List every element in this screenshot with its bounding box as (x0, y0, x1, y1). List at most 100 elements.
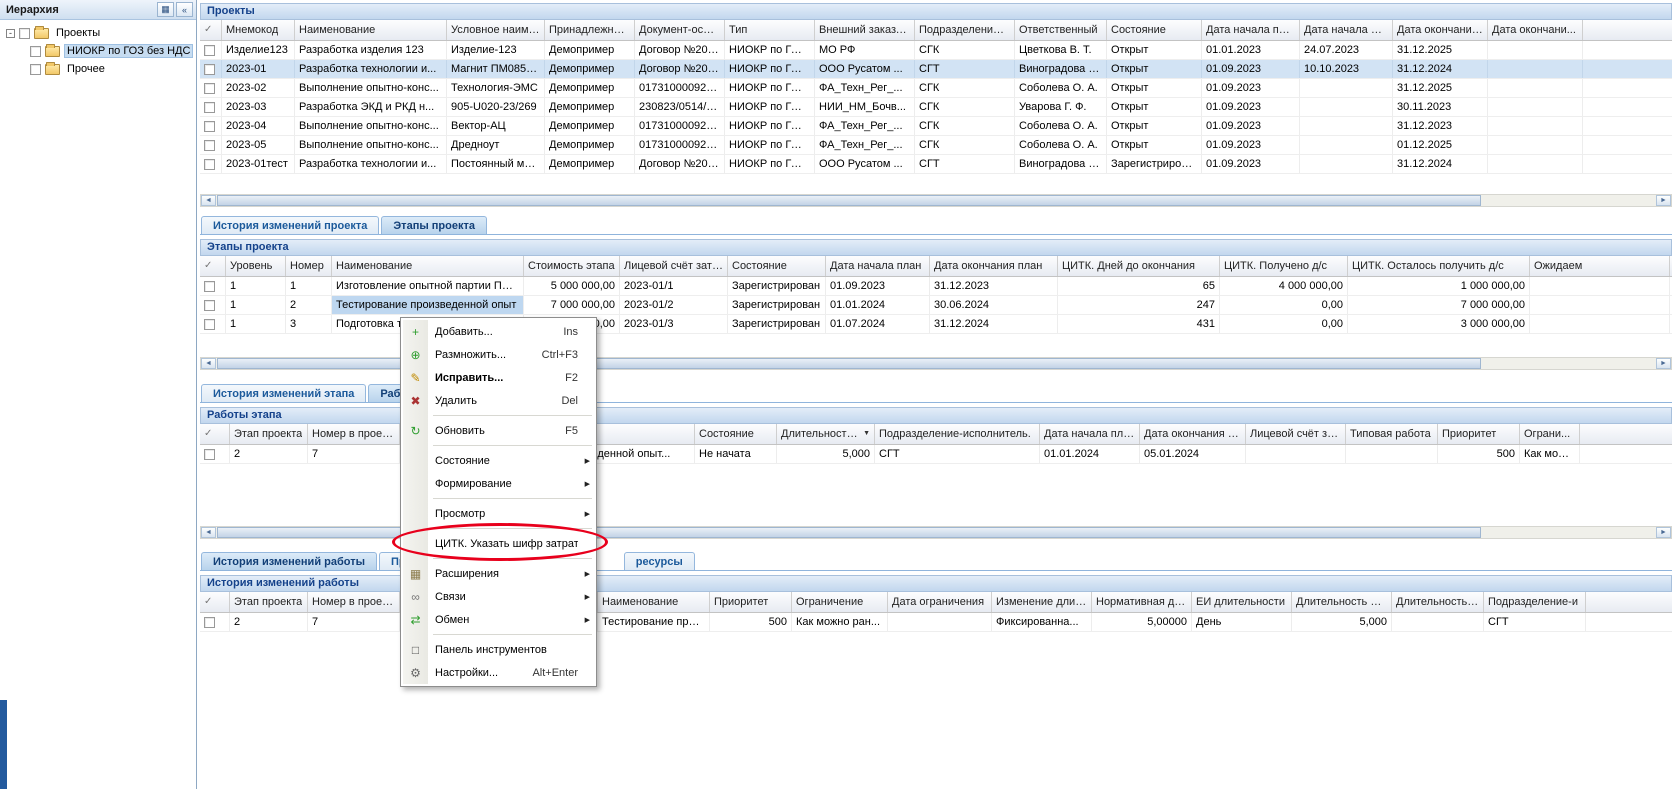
menu-item-1[interactable]: ⊕Размножить...Ctrl+F3 (403, 343, 594, 366)
column-header[interactable]: Изменение длител (992, 592, 1092, 612)
table-cell[interactable]: Открыт (1107, 79, 1202, 97)
table-cell[interactable]: 2 (286, 296, 332, 314)
column-header[interactable]: Ответственный (1015, 20, 1107, 40)
column-header[interactable]: Номер в проекте (308, 592, 400, 612)
table-cell[interactable]: НИОКР по ГОЗ ... (725, 136, 815, 154)
table-cell[interactable] (200, 41, 222, 59)
select-all-header[interactable]: ✓ (200, 256, 226, 276)
table-cell[interactable] (1488, 117, 1583, 135)
table-cell[interactable] (200, 98, 222, 116)
table-cell[interactable] (1346, 445, 1438, 463)
table-cell[interactable] (200, 296, 226, 314)
table-cell[interactable]: 30.11.2023 (1393, 98, 1488, 116)
table-cell[interactable]: Демопример (545, 60, 635, 78)
table-cell[interactable]: Открыт (1107, 60, 1202, 78)
table-cell[interactable]: 1 (226, 315, 286, 333)
table-cell[interactable] (1392, 613, 1484, 631)
table-cell[interactable]: Зарегистрирован (728, 296, 826, 314)
table-cell[interactable]: Постоянный маг... (447, 155, 545, 173)
table-row[interactable]: 2023-04Выполнение опытно-конс...Вектор-А… (200, 117, 1672, 136)
row-checkbox[interactable] (204, 319, 215, 330)
table-cell[interactable] (888, 613, 992, 631)
row-checkbox[interactable] (204, 83, 215, 94)
table-cell[interactable]: 31.12.2024 (1393, 60, 1488, 78)
table-cell[interactable]: 31.12.2023 (1393, 117, 1488, 135)
table-cell[interactable] (1300, 98, 1393, 116)
table-cell[interactable]: СГК (915, 136, 1015, 154)
table-cell[interactable]: 31.12.2023 (930, 277, 1058, 295)
table-cell[interactable]: Зарегистрирован (1107, 155, 1202, 173)
table-cell[interactable]: СГТ (875, 445, 1040, 463)
column-header[interactable]: Дата начала факт (1300, 20, 1393, 40)
scroll-right-button[interactable]: ► (1656, 195, 1671, 206)
table-cell[interactable] (1300, 79, 1393, 97)
table-row[interactable]: 12Тестирование произведенной опыт7 000 0… (200, 296, 1672, 315)
table-cell[interactable]: Фиксированна... (992, 613, 1092, 631)
table-cell[interactable]: 2 (230, 613, 308, 631)
table-cell[interactable]: 2023-02 (222, 79, 295, 97)
table-row[interactable]: 2023-03Разработка ЭКД и РКД н...905-U020… (200, 98, 1672, 117)
table-cell[interactable] (1488, 98, 1583, 116)
table-cell[interactable] (200, 136, 222, 154)
tab-row1-1[interactable]: Этапы проекта (381, 216, 487, 234)
table-cell[interactable] (1530, 277, 1670, 295)
find-icon[interactable]: ▦ (157, 2, 174, 17)
row-checkbox[interactable] (204, 45, 215, 56)
menu-item-15[interactable]: ∞Связи▶ (403, 585, 594, 608)
table-cell[interactable]: ООО Русатом ... (815, 155, 915, 173)
table-cell[interactable]: Изделие123 (222, 41, 295, 59)
row-checkbox[interactable] (204, 300, 215, 311)
menu-item-19[interactable]: ⚙Настройки...Alt+Enter (403, 661, 594, 684)
menu-item-7[interactable]: Состояние▶ (403, 449, 594, 472)
table-cell[interactable]: ФА_Техн_Рег_... (815, 136, 915, 154)
table-cell[interactable]: Демопример (545, 136, 635, 154)
table-cell[interactable]: 230823/0514/136 (635, 98, 725, 116)
table-cell[interactable]: НИОКР по ГОЗ ... (725, 60, 815, 78)
table-cell[interactable]: ФА_Техн_Рег_... (815, 117, 915, 135)
table-cell[interactable]: 2023-01 (222, 60, 295, 78)
table-cell[interactable] (200, 117, 222, 135)
column-header[interactable]: Номер (286, 256, 332, 276)
menu-item-10[interactable]: Просмотр▶ (403, 502, 594, 525)
table-cell[interactable]: СГК (915, 79, 1015, 97)
column-header[interactable]: Нормативная длит (1092, 592, 1192, 612)
table-cell[interactable]: Договор №202... (635, 41, 725, 59)
menu-item-18[interactable]: □Панель инструментов (403, 638, 594, 661)
table-cell[interactable]: 2023-01/1 (620, 277, 728, 295)
table-cell[interactable] (1300, 136, 1393, 154)
column-header[interactable]: Дата окончания план (1140, 424, 1246, 444)
column-header[interactable]: Наименование (295, 20, 447, 40)
menu-item-3[interactable]: ✖УдалитьDel (403, 389, 594, 412)
table-cell[interactable]: 431 (1058, 315, 1220, 333)
table-cell[interactable] (1488, 155, 1583, 173)
table-cell[interactable]: Открыт (1107, 98, 1202, 116)
table-cell[interactable]: Уварова Г. Ф. (1015, 98, 1107, 116)
table-cell[interactable]: Демопример (545, 117, 635, 135)
table-cell[interactable]: 247 (1058, 296, 1220, 314)
table-cell[interactable]: День (1192, 613, 1292, 631)
table-cell[interactable]: 3 (286, 315, 332, 333)
table-cell[interactable]: Виноградова А... (1015, 155, 1107, 173)
column-header[interactable]: Этап проекта (230, 592, 308, 612)
table-cell[interactable]: Как можно ран... (792, 613, 888, 631)
table-cell[interactable]: 01.09.2023 (1202, 98, 1300, 116)
table-cell[interactable]: 2023-04 (222, 117, 295, 135)
table-cell[interactable] (1488, 136, 1583, 154)
table-row[interactable]: Изделие123Разработка изделия 123Изделие-… (200, 41, 1672, 60)
column-header[interactable]: Этап проекта (230, 424, 308, 444)
menu-item-14[interactable]: ▦Расширения▶ (403, 562, 594, 585)
table-cell[interactable] (200, 155, 222, 173)
table-cell[interactable]: НИОКР по ГОЗ ... (725, 117, 815, 135)
table-cell[interactable]: Открыт (1107, 117, 1202, 135)
table-cell[interactable]: Зарегистрирован (728, 277, 826, 295)
column-header[interactable]: Дата начала план. (1040, 424, 1140, 444)
table-cell[interactable]: 01.09.2023 (1202, 136, 1300, 154)
table-cell[interactable]: СГК (915, 98, 1015, 116)
table-cell[interactable]: 3 000 000,00 (1348, 315, 1530, 333)
column-header[interactable]: Лицевой счёт затр (1246, 424, 1346, 444)
table-cell[interactable]: 01.01.2024 (1040, 445, 1140, 463)
table-cell[interactable]: 7 (308, 445, 400, 463)
column-header[interactable]: Приоритет (710, 592, 792, 612)
table-cell[interactable]: 01.01.2023 (1202, 41, 1300, 59)
table-cell[interactable]: 1 (286, 277, 332, 295)
